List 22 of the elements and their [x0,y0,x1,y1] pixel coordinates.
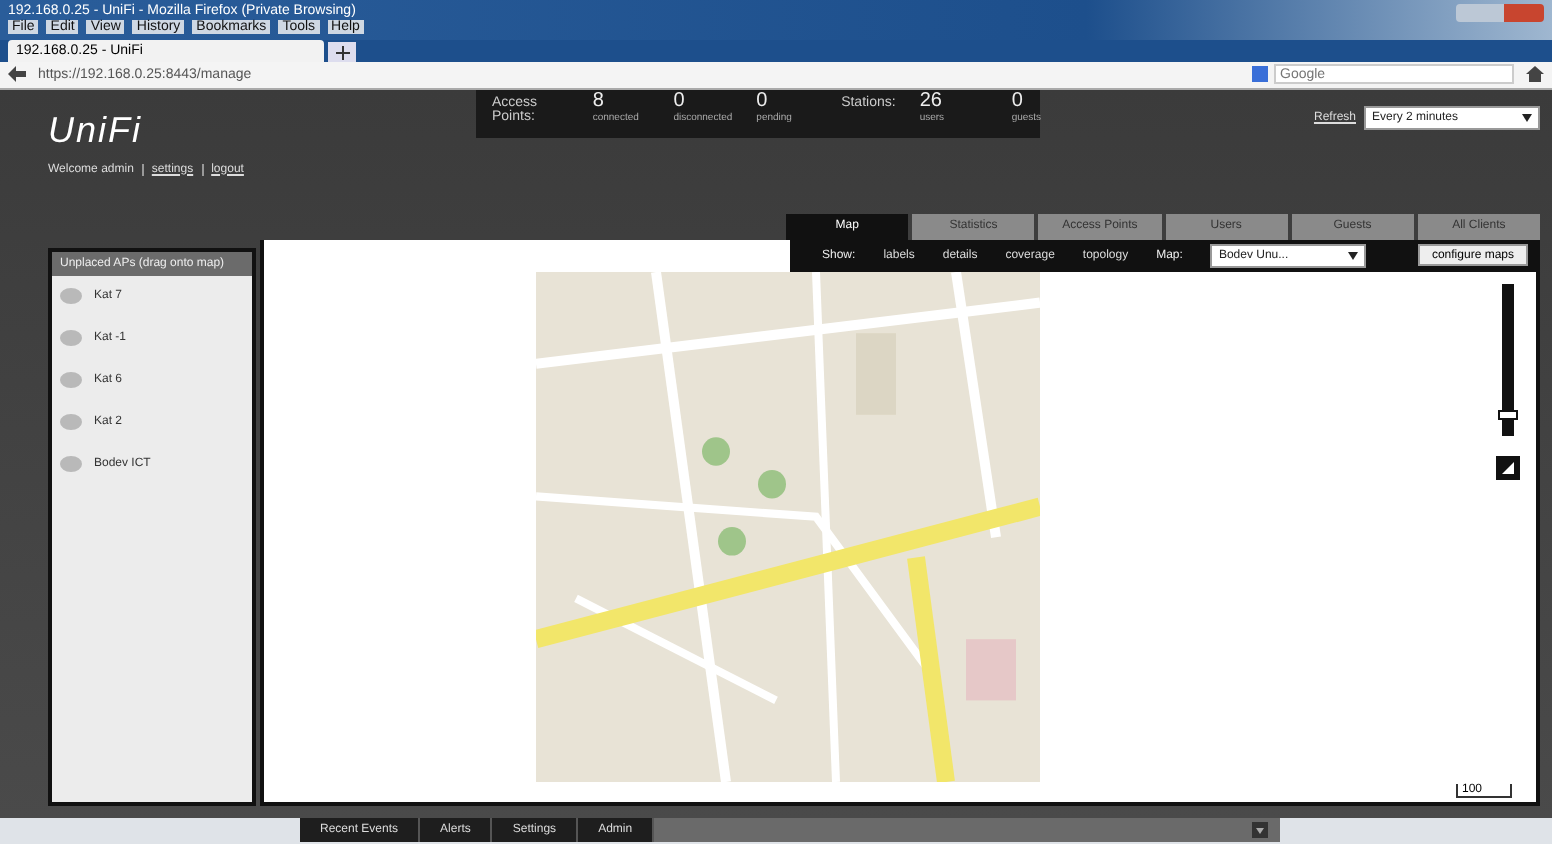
stat-value: 26 [919,89,944,112]
slider-thumb[interactable] [1498,409,1518,420]
home-icon[interactable] [1526,66,1544,83]
resize-icon[interactable] [1496,455,1520,480]
zoom-slider[interactable] [1502,283,1514,436]
window-controls[interactable] [1456,4,1544,22]
search-engine-icon[interactable] [1252,66,1268,83]
stat-value: 0 [1011,89,1025,112]
stat-value: 8 [592,89,606,112]
back-icon[interactable] [8,66,26,83]
stat-value: 0 [756,89,770,112]
logo: UniFi [48,109,145,152]
collapse-icon[interactable] [1252,822,1268,839]
access-point-icon [60,372,82,389]
caret-icon [1522,113,1532,122]
access-point-icon [60,330,82,347]
caret-icon [1348,251,1359,260]
new-tab-icon[interactable] [328,42,356,63]
access-point-icon [60,456,82,473]
access-point-icon [60,288,82,305]
stat-value: 0 [673,89,687,112]
access-point-icon [60,414,82,431]
